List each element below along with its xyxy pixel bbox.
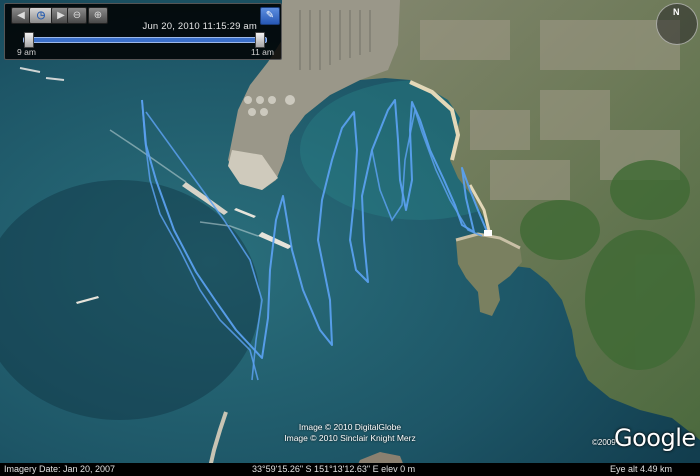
north-indicator[interactable]: N [673, 7, 680, 17]
back-icon[interactable]: ◀ [11, 7, 31, 24]
time-end-label: 11 am [251, 47, 274, 57]
clock-icon[interactable]: ◷ [29, 7, 53, 24]
attribution-line-2: Image © 2010 Sinclair Knight Merz [284, 433, 416, 443]
cursor-coordinates: 33°59'15.26" S 151°13'12.63" E elev 0 m [252, 464, 416, 474]
zoom-in-icon[interactable]: ⊕ [88, 7, 108, 24]
satellite-imagery[interactable] [0, 0, 700, 476]
wrench-icon[interactable]: ✎ [260, 7, 280, 25]
map-view[interactable]: ◀ ◷ ▶ ⊖ ⊕ ✎ Jun 20, 2010 11:15:29 am 9 a… [0, 0, 700, 476]
google-logo: Google [614, 424, 696, 452]
navigation-compass[interactable]: N [656, 3, 698, 45]
imagery-date: Imagery Date: Jan 20, 2007 [4, 464, 116, 474]
time-slider-end-handle[interactable] [255, 32, 265, 48]
time-slider-track[interactable] [23, 37, 267, 43]
current-time: Jun 20, 2010 11:15:29 am [142, 21, 257, 32]
time-slider-start-handle[interactable] [24, 32, 34, 48]
eye-altitude: Eye alt 4.49 km [610, 464, 673, 474]
time-slider-panel: ◀ ◷ ▶ ⊖ ⊕ ✎ Jun 20, 2010 11:15:29 am 9 a… [4, 3, 282, 60]
attribution-line-1: Image © 2010 DigitalGlobe [298, 422, 402, 432]
zoom-out-icon[interactable]: ⊖ [67, 7, 87, 24]
imagery-attribution: Image © 2010 DigitalGlobe Image © 2010 S… [270, 422, 430, 444]
time-start-label: 9 am [17, 47, 36, 57]
logo-year: ©2009 [592, 438, 616, 447]
status-bar: Imagery Date: Jan 20, 2007 33°59'15.26" … [0, 463, 700, 476]
track-end-marker[interactable] [484, 230, 492, 236]
